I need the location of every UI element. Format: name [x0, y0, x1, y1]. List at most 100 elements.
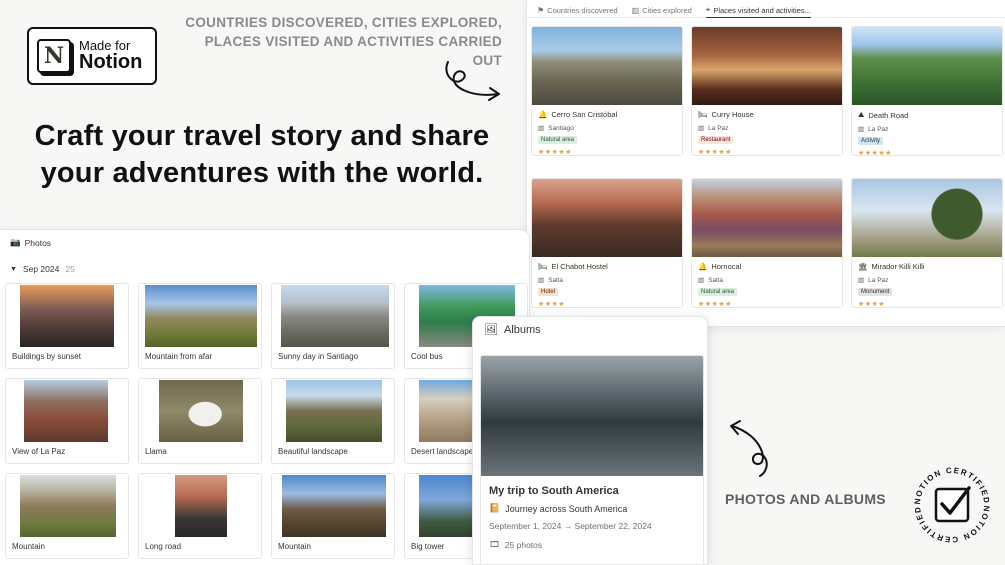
- albums-header: 🖼 Albums: [473, 317, 707, 342]
- photos-panel: 📷 Photos ▼ Sep 2024 25 Buildings by suns…: [0, 229, 530, 565]
- photo-thumbnail: [175, 475, 227, 537]
- place-card[interactable]: 🛏 Curry House ▥ La Paz Restaurant ★★★★★: [691, 26, 843, 156]
- photo-thumbnail: [282, 475, 386, 537]
- bell-icon: 🔔: [698, 262, 708, 271]
- place-card[interactable]: 🏛 Mirador Killi Killi ▥ La Paz Monument ★★…: [851, 178, 1003, 308]
- photo-thumbnail: [145, 285, 257, 347]
- place-card[interactable]: 🔔 Hornocal ▥ Salta Natural area ★★★★★: [691, 178, 843, 308]
- album-relation[interactable]: 📔 Journey across South America: [489, 503, 695, 514]
- place-city: La Paz: [868, 276, 889, 284]
- place-image: [692, 27, 842, 105]
- camera-icon: 📷: [10, 237, 21, 247]
- photos-icon: 🎞: [489, 539, 500, 549]
- photos-header: 📷 Photos: [0, 230, 529, 255]
- photos-gallery: Buildings by sunset Mountain from afar S…: [5, 283, 528, 559]
- photo-card[interactable]: View of La Paz: [5, 378, 129, 464]
- photo-thumbnail: [20, 285, 114, 347]
- place-image: [692, 179, 842, 257]
- tab-label: Places visited and activities...: [713, 5, 811, 15]
- photo-card[interactable]: Mountain: [5, 473, 129, 559]
- photo-thumbnail: [286, 380, 382, 442]
- album-relation-label: Journey across South America: [505, 503, 628, 514]
- place-card[interactable]: ⛰ Death Road ▥ La Paz Activity ★★★★★: [851, 26, 1003, 156]
- tab-label: Countries discovered: [547, 6, 618, 15]
- city-icon: ▥: [698, 277, 705, 284]
- tab-cities[interactable]: ▥ Cities explored: [632, 3, 692, 18]
- flag-icon: ⚑: [537, 6, 545, 15]
- group-count: 25: [65, 264, 75, 274]
- rating-stars: ★★★★★: [698, 301, 732, 308]
- bed-icon: 🛏: [538, 262, 548, 271]
- photos-title: Photos: [24, 237, 52, 248]
- photo-label: Mountain from afar: [145, 352, 213, 361]
- place-title: El Chabot Hostel: [551, 262, 608, 271]
- place-card[interactable]: 🔔 Cerro San Cristóbal ▥ Santiago Natural a…: [531, 26, 683, 156]
- photo-label: View of La Paz: [12, 447, 66, 456]
- group-label: Sep 2024: [22, 264, 60, 274]
- photo-label: Long road: [145, 542, 182, 551]
- albums-panel: 🖼 Albums My trip to South America 📔 Jour…: [472, 316, 708, 565]
- rating-stars: ★★★★: [858, 301, 886, 308]
- photo-card[interactable]: Buildings by sunset: [5, 283, 129, 369]
- group-toggle[interactable]: ▼ Sep 2024 25: [10, 264, 75, 274]
- badge-small-text: Made for: [79, 37, 131, 53]
- made-for-notion-badge: N Made for Notion: [27, 27, 157, 85]
- photo-card[interactable]: Mountain: [271, 473, 395, 559]
- photo-label: Buildings by sunset: [12, 352, 81, 361]
- photo-label: Llama: [145, 447, 167, 456]
- place-card[interactable]: 🛏 El Chabot Hostel ▥ Salta Hotel ★★★★: [531, 178, 683, 308]
- photo-thumbnail: [159, 380, 243, 442]
- photo-card[interactable]: Mountain from afar: [138, 283, 262, 369]
- tagline-bottom: PHOTOS AND ALBUMS: [725, 491, 886, 507]
- place-title: Curry House: [711, 110, 754, 119]
- category-tag: Hotel: [538, 288, 559, 296]
- photo-card[interactable]: Long road: [138, 473, 262, 559]
- place-city: Salta: [548, 276, 563, 284]
- tab-places[interactable]: ⌖ Places visited and activities...: [705, 3, 811, 18]
- city-icon: ▥: [698, 125, 705, 132]
- album-count-row: 🎞 25 photos: [489, 539, 695, 550]
- category-tag: Monument: [858, 288, 893, 296]
- place-city: La Paz: [868, 125, 889, 133]
- tab-countries[interactable]: ⚑ Countries discovered: [537, 3, 618, 18]
- album-card[interactable]: My trip to South America 📔 Journey acros…: [480, 355, 704, 565]
- place-image: [532, 27, 682, 105]
- photo-label: Mountain: [278, 542, 311, 551]
- place-city: Santiago: [548, 124, 574, 132]
- bell-icon: 🔔: [538, 110, 548, 119]
- pin-icon: ⌖: [705, 5, 711, 14]
- rating-stars: ★★★★★: [538, 149, 572, 156]
- category-tag: Restaurant: [698, 136, 734, 144]
- photo-label: Beautiful landscape: [278, 447, 348, 456]
- places-gallery: 🔔 Cerro San Cristóbal ▥ Santiago Natural a…: [531, 26, 1003, 308]
- photo-label: Sunny day in Santiago: [278, 352, 359, 361]
- rating-stars: ★★★★: [538, 301, 566, 308]
- place-title: Hornocal: [711, 262, 742, 271]
- headline: Craft your travel story and share your a…: [34, 120, 490, 190]
- triangle-down-icon: ▼: [10, 265, 17, 273]
- picture-icon: 🖼: [484, 324, 498, 336]
- place-title: Death Road: [868, 110, 909, 120]
- category-tag: Natural area: [538, 136, 578, 144]
- city-icon: ▥: [538, 125, 545, 132]
- place-title: Mirador Killi Killi: [871, 262, 925, 271]
- album-dates: September 1, 2024 → September 22, 2024: [489, 521, 652, 531]
- places-panel: ⚑ Countries discovered ▥ Cities explored…: [526, 0, 1005, 327]
- bed-icon: 🛏: [698, 110, 708, 119]
- city-icon: ▥: [858, 126, 865, 133]
- badge-big-text: Notion: [79, 51, 143, 74]
- curly-arrow-right-icon: [445, 61, 500, 101]
- category-tag: Natural area: [698, 288, 738, 296]
- place-image: [852, 27, 1002, 105]
- city-icon: ▥: [858, 277, 865, 284]
- photo-card[interactable]: Sunny day in Santiago: [271, 283, 395, 369]
- monument-icon: 🏛: [858, 262, 868, 271]
- photo-card[interactable]: Llama: [138, 378, 262, 464]
- city-icon: ▥: [538, 277, 545, 284]
- album-count: 25 photos: [504, 539, 543, 550]
- album-title: My trip to South America: [489, 485, 619, 497]
- albums-title: Albums: [503, 323, 541, 336]
- notion-logo-icon: N: [37, 39, 71, 73]
- rating-stars: ★★★★★: [698, 149, 732, 156]
- photo-card[interactable]: Beautiful landscape: [271, 378, 395, 464]
